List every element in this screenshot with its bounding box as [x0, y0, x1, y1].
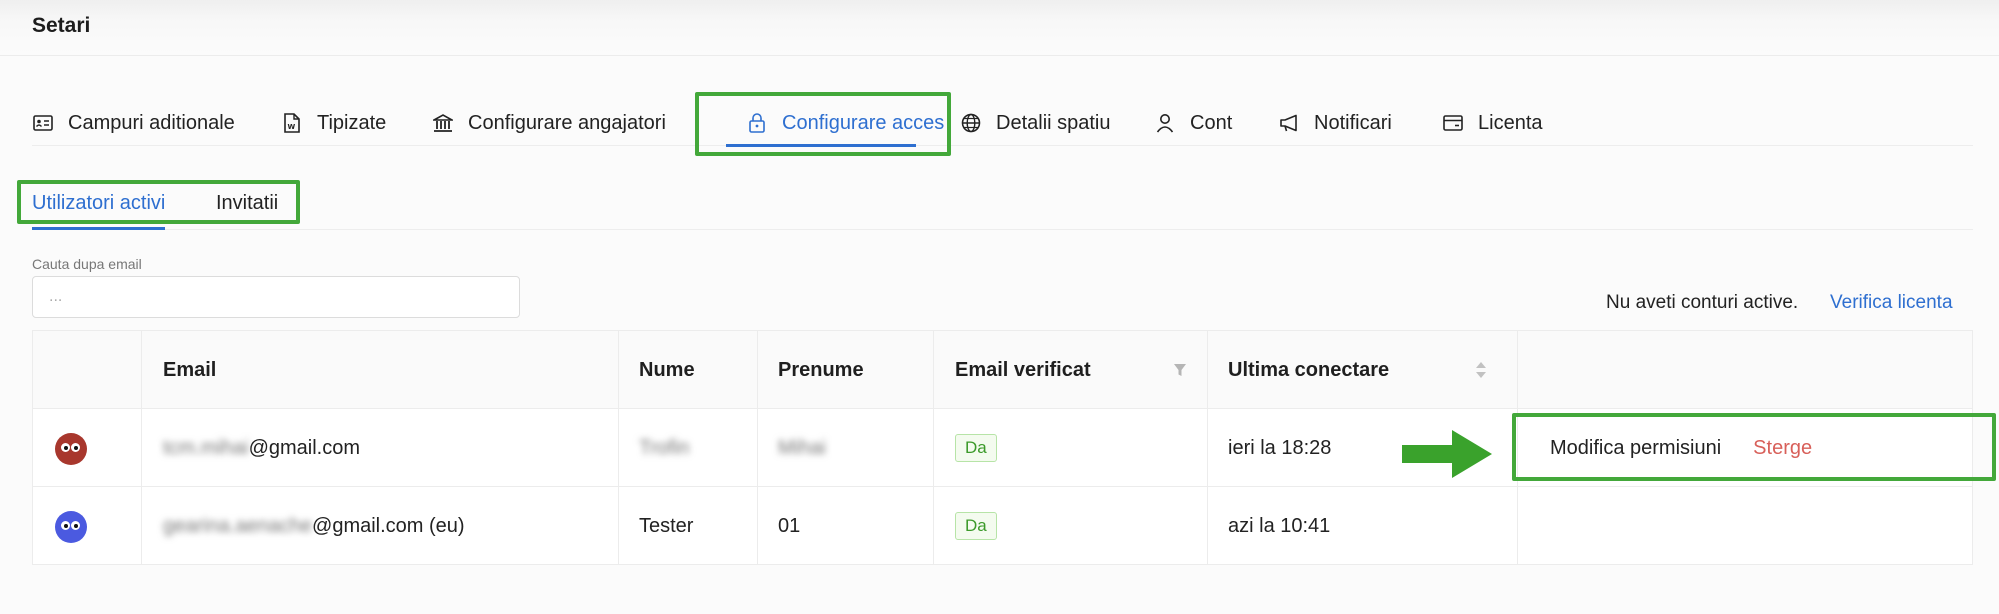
user-icon	[1154, 112, 1176, 134]
email-hidden: gearina.aenache	[163, 514, 313, 537]
column-header-ultima-conectare[interactable]: Ultima conectare	[1228, 331, 1389, 409]
tab-campuri-aditionale[interactable]: Campuri aditionale	[32, 100, 235, 146]
license-message: Nu aveti conturi active.	[1606, 292, 1799, 313]
email-suffix: @gmail.com	[248, 436, 361, 459]
users-table: Email Nume Prenume Email verificat Ultim…	[32, 330, 1973, 565]
avatar	[55, 433, 87, 465]
arrow-annotation-icon	[1400, 426, 1494, 482]
tab-label: Configurare acces	[782, 111, 945, 134]
filter-icon[interactable]	[1171, 359, 1189, 381]
email-cell: gearina.aenache @gmail.com (eu)	[163, 487, 465, 565]
last-login-cell: ieri la 18:28	[1228, 436, 1332, 459]
column-header-email-verificat[interactable]: Email verificat	[955, 331, 1091, 409]
column-header-email[interactable]: Email	[163, 331, 216, 409]
verified-badge: Da	[955, 434, 997, 462]
column-header-nume[interactable]: Nume	[639, 331, 695, 409]
tab-tipizate[interactable]: W Tipizate	[281, 100, 386, 146]
nume-cell: Trofin	[639, 436, 690, 459]
megaphone-icon	[1278, 112, 1300, 134]
tab-label: Cont	[1190, 111, 1233, 134]
column-header-prenume[interactable]: Prenume	[778, 331, 864, 409]
wallet-icon	[1442, 112, 1464, 134]
email-suffix: @gmail.com (eu)	[312, 514, 465, 537]
tab-cont[interactable]: Cont	[1154, 100, 1232, 146]
tab-configurare-angajatori[interactable]: Configurare angajatori	[432, 100, 666, 146]
tab-label: Campuri aditionale	[68, 111, 235, 134]
tab-licenta[interactable]: Licenta	[1442, 100, 1543, 146]
tab-label: Detalii spatiu	[996, 111, 1111, 134]
search-input[interactable]	[32, 276, 520, 318]
user-subtabs: Utilizatori activi Invitatii	[32, 186, 1973, 230]
sort-icon[interactable]	[1473, 357, 1489, 383]
delete-link[interactable]: Sterge	[1753, 437, 1812, 460]
bank-icon	[432, 112, 454, 134]
verified-cell: Da	[955, 409, 997, 487]
table-row: tcm.mihai @gmail.com Trofin Mihai Da ier…	[33, 409, 1972, 487]
lock-icon	[746, 112, 768, 134]
page-title: Setari	[32, 14, 91, 37]
prenume-cell: Mihai	[778, 436, 826, 459]
verified-badge: Da	[955, 512, 997, 540]
modify-permissions-link[interactable]: Modifica permisiuni	[1550, 437, 1721, 460]
globe-icon	[960, 112, 982, 134]
nume-cell: Tester	[639, 514, 694, 537]
last-login-cell: azi la 10:41	[1228, 514, 1331, 537]
verify-license-link[interactable]: Verifica licenta	[1830, 292, 1953, 314]
id-card-icon	[32, 112, 54, 134]
verified-cell: Da	[955, 487, 997, 565]
subtab-utilizatori-activi[interactable]: Utilizatori activi	[32, 192, 166, 230]
table-header: Email Nume Prenume Email verificat Ultim…	[33, 331, 1972, 409]
tab-notificari[interactable]: Notificari	[1278, 100, 1392, 146]
word-file-icon: W	[281, 112, 303, 134]
table-row: gearina.aenache @gmail.com (eu) Tester 0…	[33, 487, 1972, 565]
settings-tabs: Campuri aditionale W Tipizate Configurar…	[32, 100, 1973, 147]
actions-cell: Modifica permisiuni Sterge	[1550, 409, 1812, 487]
email-hidden: tcm.mihai	[163, 436, 249, 459]
tab-label: Configurare angajatori	[468, 111, 666, 134]
avatar	[55, 511, 87, 543]
email-cell: tcm.mihai @gmail.com	[163, 409, 360, 487]
tab-label: Tipizate	[317, 111, 387, 134]
prenume-cell: 01	[778, 514, 801, 537]
tab-detalii-spatiu[interactable]: Detalii spatiu	[960, 100, 1111, 146]
subtab-invitatii[interactable]: Invitatii	[216, 192, 278, 215]
page-header: Setari	[0, 0, 1999, 56]
tab-configurare-acces[interactable]: Configurare acces	[714, 100, 945, 147]
tab-label: Licenta	[1478, 111, 1543, 134]
svg-text:W: W	[288, 123, 296, 131]
search-label: Cauta dupa email	[32, 256, 142, 272]
tab-label: Notificari	[1314, 111, 1392, 134]
